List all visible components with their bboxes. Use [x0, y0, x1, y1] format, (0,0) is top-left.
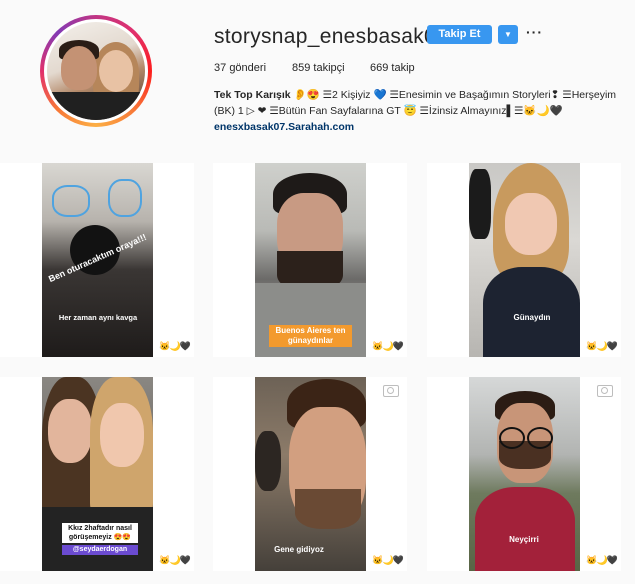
post-caption: Kkız 2haftadır nasıl görüşemeyiz 😍😍	[62, 523, 138, 543]
post-image: Buenos Aieres ten günaydınlar	[255, 163, 366, 357]
video-camera-icon	[597, 385, 613, 397]
profile-username: storysnap_enesbasak0	[214, 25, 436, 48]
posts-count: 37	[214, 62, 227, 74]
post-caption-secondary: @seydaerdogan	[62, 545, 138, 555]
post-image: Gene gidiyoz	[255, 377, 366, 571]
ellipsis-icon[interactable]: ···	[526, 24, 543, 40]
post-caption-secondary: Her zaman aynı kavga	[58, 313, 138, 322]
follow-button[interactable]: Takip Et	[427, 25, 492, 44]
profile-avatar[interactable]	[40, 15, 152, 127]
following-label: takip	[391, 62, 415, 74]
post-image: Ben oturacaktım oraya!!! Her zaman aynı …	[42, 163, 153, 357]
tile-emoji-icons: 🐱🌙🖤	[586, 341, 618, 351]
followers-count: 859	[292, 62, 311, 74]
following-count: 669	[370, 62, 389, 74]
post-tile-6[interactable]: Neyçirri 🐱🌙🖤	[427, 377, 621, 571]
post-caption: Günaydın	[513, 313, 551, 322]
following-stat[interactable]: 669 takip	[370, 62, 415, 74]
tile-emoji-icons: 🐱🌙🖤	[586, 555, 618, 565]
tile-emoji-icons: 🐱🌙🖤	[159, 341, 191, 351]
tile-emoji-icons: 🐱🌙🖤	[372, 555, 404, 565]
tile-emoji-icons: 🐱🌙🖤	[372, 341, 404, 351]
tile-emoji-icons: 🐱🌙🖤	[159, 555, 191, 565]
post-image: Günaydın	[469, 163, 580, 357]
post-image: Neyçirri	[469, 377, 580, 571]
post-caption: Neyçirri	[509, 535, 539, 544]
profile-bio: Tek Top Karışık 👂😍 ☰2 Kişiyiz 💙 ☰Enesimi…	[214, 87, 634, 119]
post-caption: Buenos Aieres ten günaydınlar	[269, 325, 352, 347]
posts-stat: 37 gönderi	[214, 62, 266, 74]
profile-link[interactable]: enesxbasak07.Sarahah.com	[214, 121, 354, 133]
chevron-down-icon: ▼	[504, 30, 512, 39]
posts-label: gönderi	[229, 62, 267, 74]
post-image: Kkız 2haftadır nasıl görüşemeyiz 😍😍 @sey…	[42, 377, 153, 571]
post-tile-3[interactable]: Günaydın 🐱🌙🖤	[427, 163, 621, 357]
followers-label: takipçi	[313, 62, 345, 74]
post-tile-5[interactable]: Gene gidiyoz 🐱🌙🖤	[213, 377, 407, 571]
avatar	[44, 19, 148, 123]
bio-name: Tek Top Karışık	[214, 89, 291, 101]
followers-stat[interactable]: 859 takipçi	[292, 62, 345, 74]
post-tile-2[interactable]: Buenos Aieres ten günaydınlar 🐱🌙🖤	[213, 163, 407, 357]
post-caption: Gene gidiyoz	[274, 545, 324, 554]
video-camera-icon	[383, 385, 399, 397]
post-tile-4[interactable]: Kkız 2haftadır nasıl görüşemeyiz 😍😍 @sey…	[0, 377, 194, 571]
follow-dropdown-button[interactable]: ▼	[498, 25, 518, 44]
post-tile-1[interactable]: Ben oturacaktım oraya!!! Her zaman aynı …	[0, 163, 194, 357]
